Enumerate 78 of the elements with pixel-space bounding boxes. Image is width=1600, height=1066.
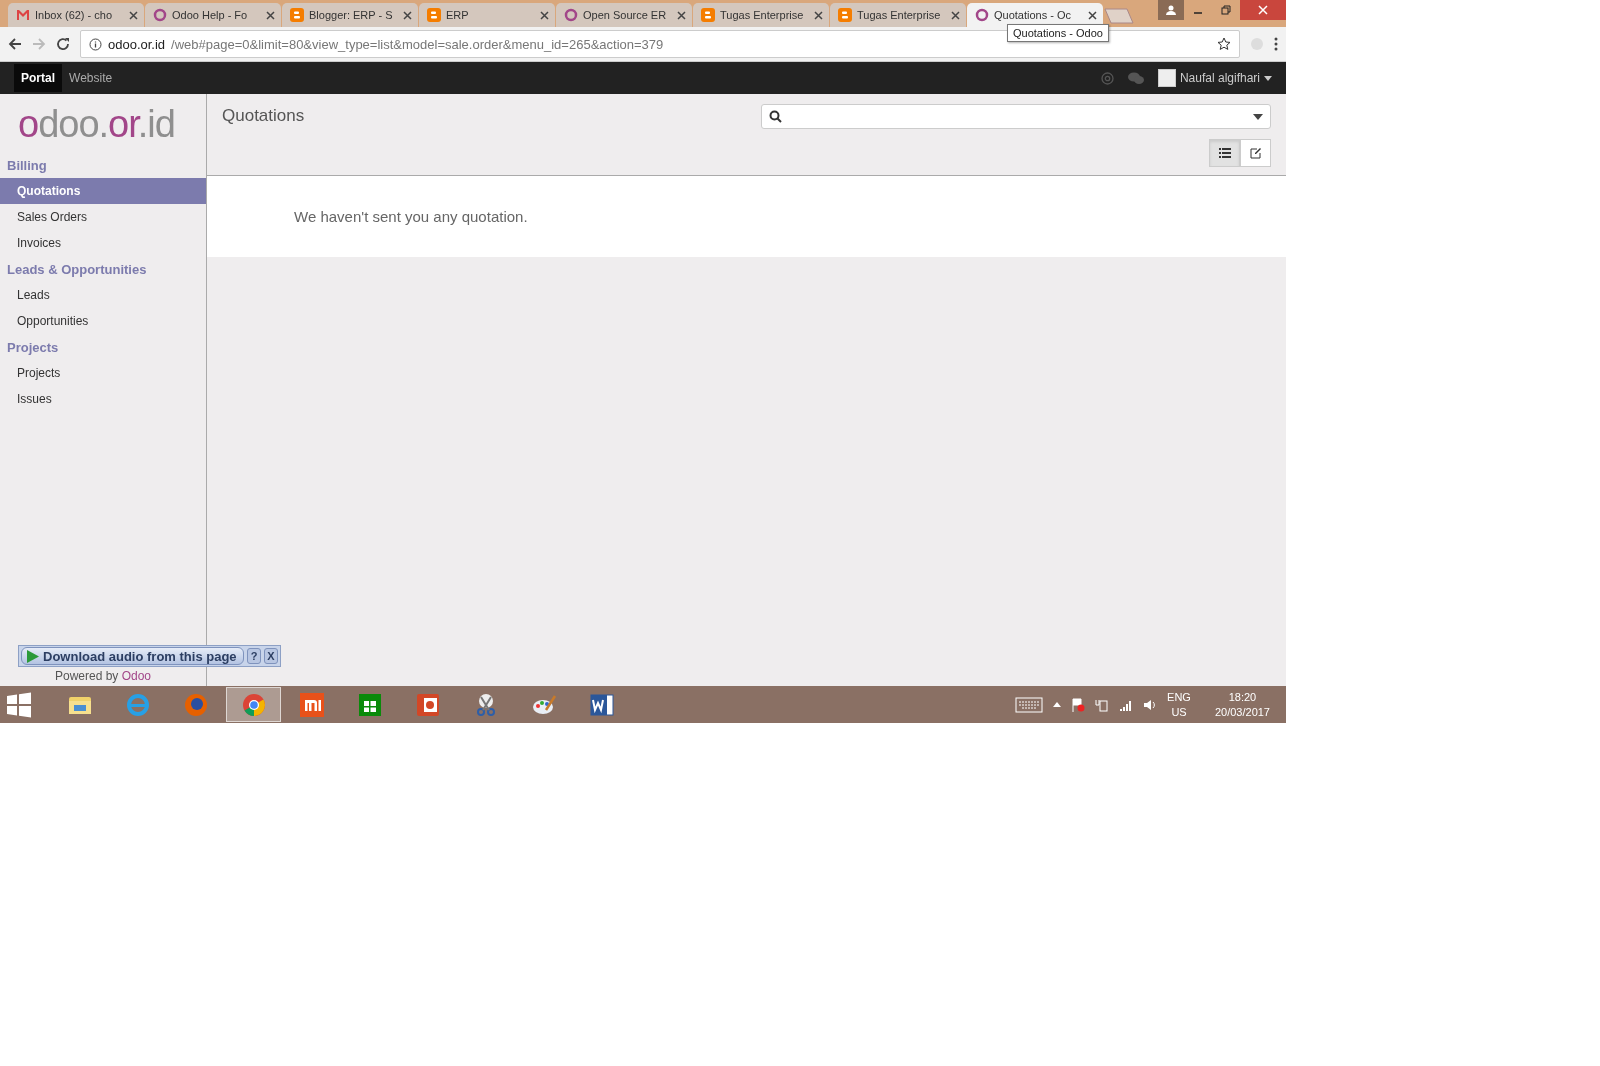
close-icon[interactable] (540, 10, 549, 20)
battery-icon[interactable] (1095, 697, 1110, 712)
circle-icon (153, 8, 167, 22)
speaker-icon[interactable] (1143, 697, 1158, 712)
browser-tab[interactable]: Quotations - Oc (967, 3, 1103, 27)
mail-icon (16, 9, 30, 21)
url-path: /web#page=0&limit=80&view_type=list&model=sale.order&menu_id=265&action=379 (171, 36, 665, 52)
circle-icon (564, 8, 578, 22)
sidebar-item[interactable]: Sales Orders (0, 204, 206, 230)
sidebar-item[interactable]: Leads (0, 282, 206, 308)
play-icon (26, 649, 39, 663)
section-title: Projects (6, 339, 60, 357)
close-icon[interactable] (814, 10, 823, 20)
shopping-bag-icon[interactable] (356, 691, 383, 718)
top-menu-item[interactable]: Portal (14, 64, 62, 92)
reload-icon[interactable] (56, 37, 70, 51)
sidebar-item[interactable]: Issues (0, 386, 206, 412)
document-app-icon[interactable] (588, 691, 615, 718)
browser-tab[interactable]: Odoo Help - Fo (145, 3, 281, 27)
browser-tab[interactable]: ERP (419, 3, 555, 27)
view-switch-button[interactable] (1240, 139, 1271, 167)
browser-tab[interactable]: Open Source ER (556, 3, 692, 27)
search-icon (769, 110, 782, 123)
close-icon[interactable] (951, 10, 960, 20)
search-field[interactable] (761, 104, 1271, 129)
empty-message: We haven't sent you any quotation. (294, 208, 528, 225)
top-menu-item[interactable]: Website (62, 64, 120, 92)
tab-tooltip: Quotations - Odoo (1007, 24, 1109, 42)
logo[interactable]: odoo.or.id (0, 94, 206, 152)
caret-icon[interactable] (1264, 75, 1272, 81)
language-text[interactable]: ENG (1167, 689, 1191, 705)
profile-icon[interactable] (1158, 0, 1184, 20)
close-icon[interactable] (403, 10, 412, 20)
sidebar-item[interactable]: Opportunities (0, 308, 206, 334)
chevron-up-icon[interactable] (1053, 702, 1062, 707)
clock-time[interactable]: 18:20 (1228, 689, 1257, 705)
help-button[interactable]: ? (247, 648, 261, 664)
presentation-app-icon[interactable] (414, 691, 441, 718)
user-menu[interactable]: Naufal algifhari (1157, 69, 1272, 87)
info-icon (89, 37, 102, 51)
section-title: Leads & Opportunities (6, 261, 148, 279)
browser-tab[interactable]: Blogger: ERP - S (282, 3, 418, 27)
clock-date[interactable]: 20/03/2017 (1214, 704, 1270, 720)
keyboard-icon[interactable] (1015, 696, 1044, 713)
powered-by-text: Powered by Odoo (54, 669, 152, 683)
close-button[interactable]: X (264, 648, 278, 664)
section-title: Billing (6, 157, 48, 175)
blog-icon (701, 8, 715, 22)
caret-icon[interactable] (1253, 113, 1263, 120)
url-host: odoo.or.id (108, 36, 166, 52)
star-icon[interactable] (1217, 37, 1231, 51)
blog-icon (290, 8, 304, 22)
flag-icon[interactable] (1071, 697, 1086, 712)
blog-icon (838, 8, 852, 22)
close-icon[interactable] (1088, 10, 1097, 20)
sidebar-item[interactable]: Quotations (0, 178, 206, 204)
view-switch-button[interactable] (1209, 139, 1240, 167)
start-icon[interactable] (6, 691, 32, 718)
list-icon (1218, 148, 1231, 158)
sidebar-item[interactable]: Invoices (0, 230, 206, 256)
menu-icon[interactable] (1274, 37, 1278, 51)
back-icon[interactable] (8, 37, 22, 51)
mi-app-icon[interactable] (298, 691, 325, 718)
blog-icon (427, 8, 441, 22)
region-text[interactable]: US (1171, 704, 1187, 720)
sidebar-item[interactable]: Projects (0, 360, 206, 386)
close-icon[interactable] (266, 10, 275, 20)
close-icon[interactable] (677, 10, 686, 20)
close-icon[interactable] (129, 10, 138, 20)
page-title: Quotations (222, 105, 306, 127)
browser-tab[interactable]: Tugas Enterprise (830, 3, 966, 27)
chrome-icon[interactable] (240, 691, 267, 718)
browser-tab[interactable]: Tugas Enterprise (693, 3, 829, 27)
circle-icon (975, 8, 989, 22)
edit-icon (1249, 147, 1262, 159)
download-audio-button[interactable]: Download audio from this page (21, 647, 244, 665)
signal-icon[interactable] (1119, 698, 1134, 711)
browser-tab[interactable]: Inbox (62) - cho (8, 3, 144, 27)
